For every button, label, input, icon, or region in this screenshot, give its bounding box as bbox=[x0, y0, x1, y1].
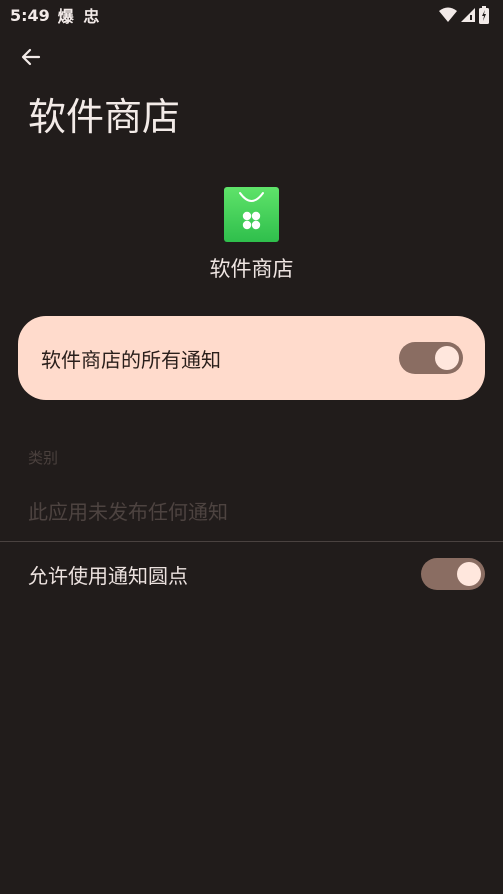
signal-icon bbox=[461, 7, 475, 23]
switch-thumb bbox=[457, 562, 481, 586]
notification-dot-switch[interactable] bbox=[421, 558, 485, 590]
notification-dot-label: 允许使用通知圆点 bbox=[28, 563, 188, 588]
arrow-left-icon bbox=[21, 47, 41, 71]
categories-empty-text: 此应用未发布任何通知 bbox=[28, 500, 228, 524]
battery-icon bbox=[479, 6, 489, 24]
categories-header: 类别 bbox=[28, 449, 59, 467]
status-icons bbox=[439, 6, 489, 24]
switch-thumb bbox=[435, 346, 459, 370]
status-bar: 5:49 爆 忠 bbox=[0, 0, 503, 30]
wifi-icon bbox=[439, 7, 457, 23]
app-name: 软件商店 bbox=[209, 257, 294, 281]
page-title: 软件商店 bbox=[28, 95, 181, 139]
all-notifications-switch[interactable] bbox=[399, 342, 463, 374]
notification-dot-toggle-row[interactable]: 允许使用通知圆点 bbox=[0, 550, 503, 598]
back-button[interactable] bbox=[14, 42, 48, 76]
status-app-indicator: 爆 忠 bbox=[57, 7, 102, 26]
all-notifications-toggle-row[interactable]: 软件商店的所有通知 bbox=[18, 316, 485, 400]
app-store-bag-icon bbox=[224, 187, 279, 242]
all-notifications-label: 软件商店的所有通知 bbox=[41, 347, 221, 372]
divider bbox=[0, 541, 503, 542]
status-left: 5:49 爆 忠 bbox=[10, 3, 101, 27]
status-time: 5:49 bbox=[10, 5, 50, 25]
